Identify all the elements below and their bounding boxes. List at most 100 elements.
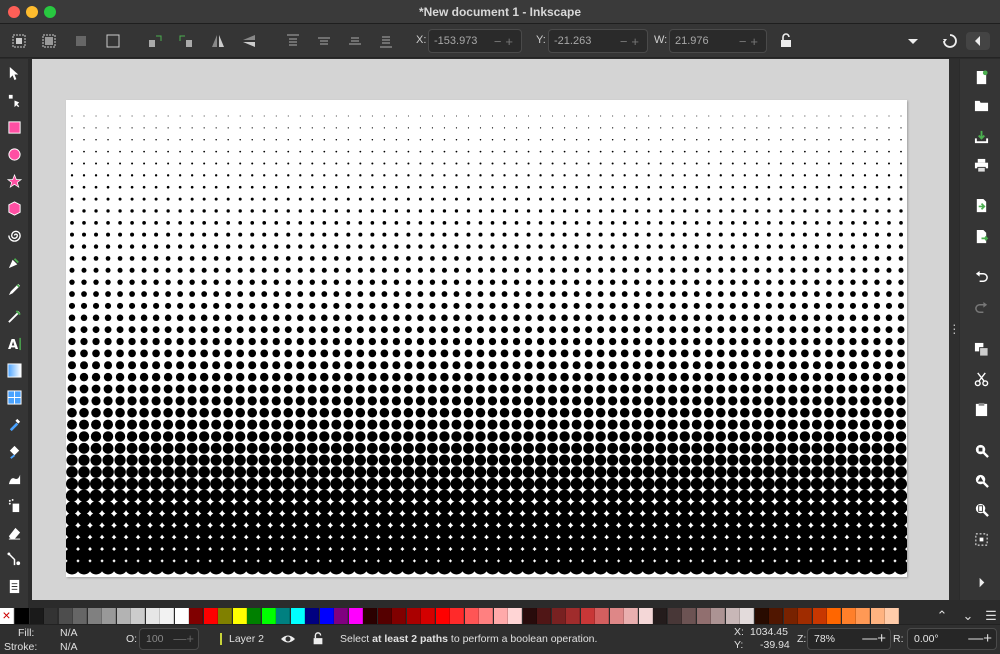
halftone-dot[interactable] — [79, 407, 89, 418]
halftone-dot[interactable] — [897, 349, 905, 358]
halftone-dot[interactable] — [768, 139, 770, 141]
halftone-dot[interactable] — [318, 454, 330, 466]
halftone-dot[interactable] — [105, 256, 111, 261]
halftone-dot[interactable] — [250, 185, 254, 189]
halftone-dot[interactable] — [441, 291, 448, 297]
halftone-dot[interactable] — [860, 372, 870, 382]
halftone-dot[interactable] — [827, 197, 831, 201]
halftone-dot[interactable] — [341, 501, 355, 515]
halftone-dot[interactable] — [659, 197, 663, 201]
halftone-dot[interactable] — [665, 524, 680, 539]
halftone-dot[interactable] — [452, 349, 461, 358]
halftone-dot[interactable] — [587, 197, 591, 201]
halftone-dot[interactable] — [695, 209, 699, 213]
halftone-dot[interactable] — [893, 559, 907, 575]
halftone-dot[interactable] — [101, 501, 115, 515]
halftone-dot[interactable] — [764, 407, 774, 418]
halftone-dot[interactable] — [684, 115, 686, 117]
halftone-dot[interactable] — [225, 256, 231, 261]
halftone-dot[interactable] — [284, 372, 293, 382]
halftone-dot[interactable] — [635, 174, 638, 177]
halftone-dot[interactable] — [840, 139, 842, 141]
halftone-dot[interactable] — [454, 256, 459, 261]
halftone-dot[interactable] — [465, 326, 472, 334]
halftone-dot[interactable] — [368, 326, 376, 334]
halftone-dot[interactable] — [389, 501, 403, 515]
halftone-dot[interactable] — [225, 279, 231, 285]
halftone-dot[interactable] — [281, 512, 295, 527]
halftone-dot[interactable] — [250, 209, 254, 213]
halftone-dot[interactable] — [79, 384, 89, 394]
halftone-dot[interactable] — [824, 384, 834, 394]
halftone-dot[interactable] — [827, 174, 831, 177]
halftone-dot[interactable] — [575, 139, 578, 141]
halftone-dot[interactable] — [574, 267, 580, 273]
halftone-dot[interactable] — [426, 489, 439, 502]
halftone-dot[interactable] — [656, 384, 666, 394]
halftone-dot[interactable] — [478, 209, 483, 213]
halftone-dot[interactable] — [81, 279, 87, 285]
halftone-dot[interactable] — [322, 209, 326, 213]
flip-horizontal-icon[interactable] — [209, 32, 227, 50]
halftone-dot[interactable] — [379, 384, 389, 394]
halftone-dot[interactable] — [549, 291, 556, 297]
halftone-dot[interactable] — [545, 524, 560, 539]
halftone-dot[interactable] — [499, 442, 510, 454]
halftone-dot[interactable] — [451, 396, 462, 406]
halftone-dot[interactable] — [226, 197, 230, 201]
color-swatch[interactable] — [87, 608, 102, 624]
halftone-dot[interactable] — [538, 209, 543, 213]
halftone-dot[interactable] — [318, 477, 331, 490]
halftone-dot[interactable] — [166, 197, 170, 201]
halftone-dot[interactable] — [443, 150, 446, 153]
halftone-dot[interactable] — [643, 431, 654, 442]
halftone-dot[interactable] — [305, 512, 319, 527]
circle-icon[interactable] — [5, 145, 23, 163]
halftone-dot[interactable] — [780, 115, 782, 117]
halftone-dot[interactable] — [718, 220, 723, 225]
halftone-dot[interactable] — [191, 162, 194, 165]
halftone-dot[interactable] — [395, 139, 398, 141]
halftone-dot[interactable] — [671, 139, 674, 141]
halftone-dot[interactable] — [344, 372, 353, 382]
halftone-dot[interactable] — [215, 115, 217, 117]
halftone-dot[interactable] — [777, 337, 785, 346]
halftone-dot[interactable] — [501, 279, 508, 285]
halftone-dot[interactable] — [382, 256, 387, 261]
halftone-dot[interactable] — [270, 442, 282, 454]
connector-icon[interactable] — [5, 550, 23, 568]
halftone-dot[interactable] — [486, 489, 499, 502]
halftone-dot[interactable] — [802, 244, 808, 249]
halftone-dot[interactable] — [864, 115, 866, 117]
halftone-dot[interactable] — [798, 512, 812, 527]
halftone-dot[interactable] — [440, 349, 449, 358]
halftone-dot[interactable] — [139, 384, 149, 394]
halftone-dot[interactable] — [678, 512, 692, 527]
halftone-dot[interactable] — [610, 209, 615, 213]
halftone-dot[interactable] — [475, 407, 486, 418]
halftone-dot[interactable] — [150, 431, 162, 442]
halftone-dot[interactable] — [852, 150, 854, 153]
halftone-dot[interactable] — [306, 477, 319, 490]
halftone-dot[interactable] — [215, 139, 217, 141]
color-swatch[interactable] — [290, 608, 305, 624]
halftone-dot[interactable] — [201, 256, 207, 261]
lock-icon[interactable] — [777, 32, 795, 50]
halftone-dot[interactable] — [236, 349, 245, 358]
halftone-dot[interactable] — [347, 127, 349, 129]
halftone-dot[interactable] — [142, 220, 146, 225]
halftone-dot[interactable] — [263, 127, 265, 129]
halftone-dot[interactable] — [811, 431, 823, 442]
halftone-dot[interactable] — [114, 466, 126, 478]
halftone-dot[interactable] — [294, 466, 307, 478]
halftone-dot[interactable] — [461, 524, 476, 539]
color-swatch[interactable] — [667, 608, 682, 624]
halftone-dot[interactable] — [233, 524, 248, 539]
color-swatch[interactable] — [798, 608, 812, 624]
halftone-dot[interactable] — [777, 326, 785, 334]
halftone-dot[interactable] — [600, 127, 602, 129]
halftone-dot[interactable] — [594, 501, 608, 515]
halftone-dot[interactable] — [463, 442, 474, 454]
halftone-dot[interactable] — [454, 244, 459, 249]
halftone-dot[interactable] — [648, 115, 650, 117]
